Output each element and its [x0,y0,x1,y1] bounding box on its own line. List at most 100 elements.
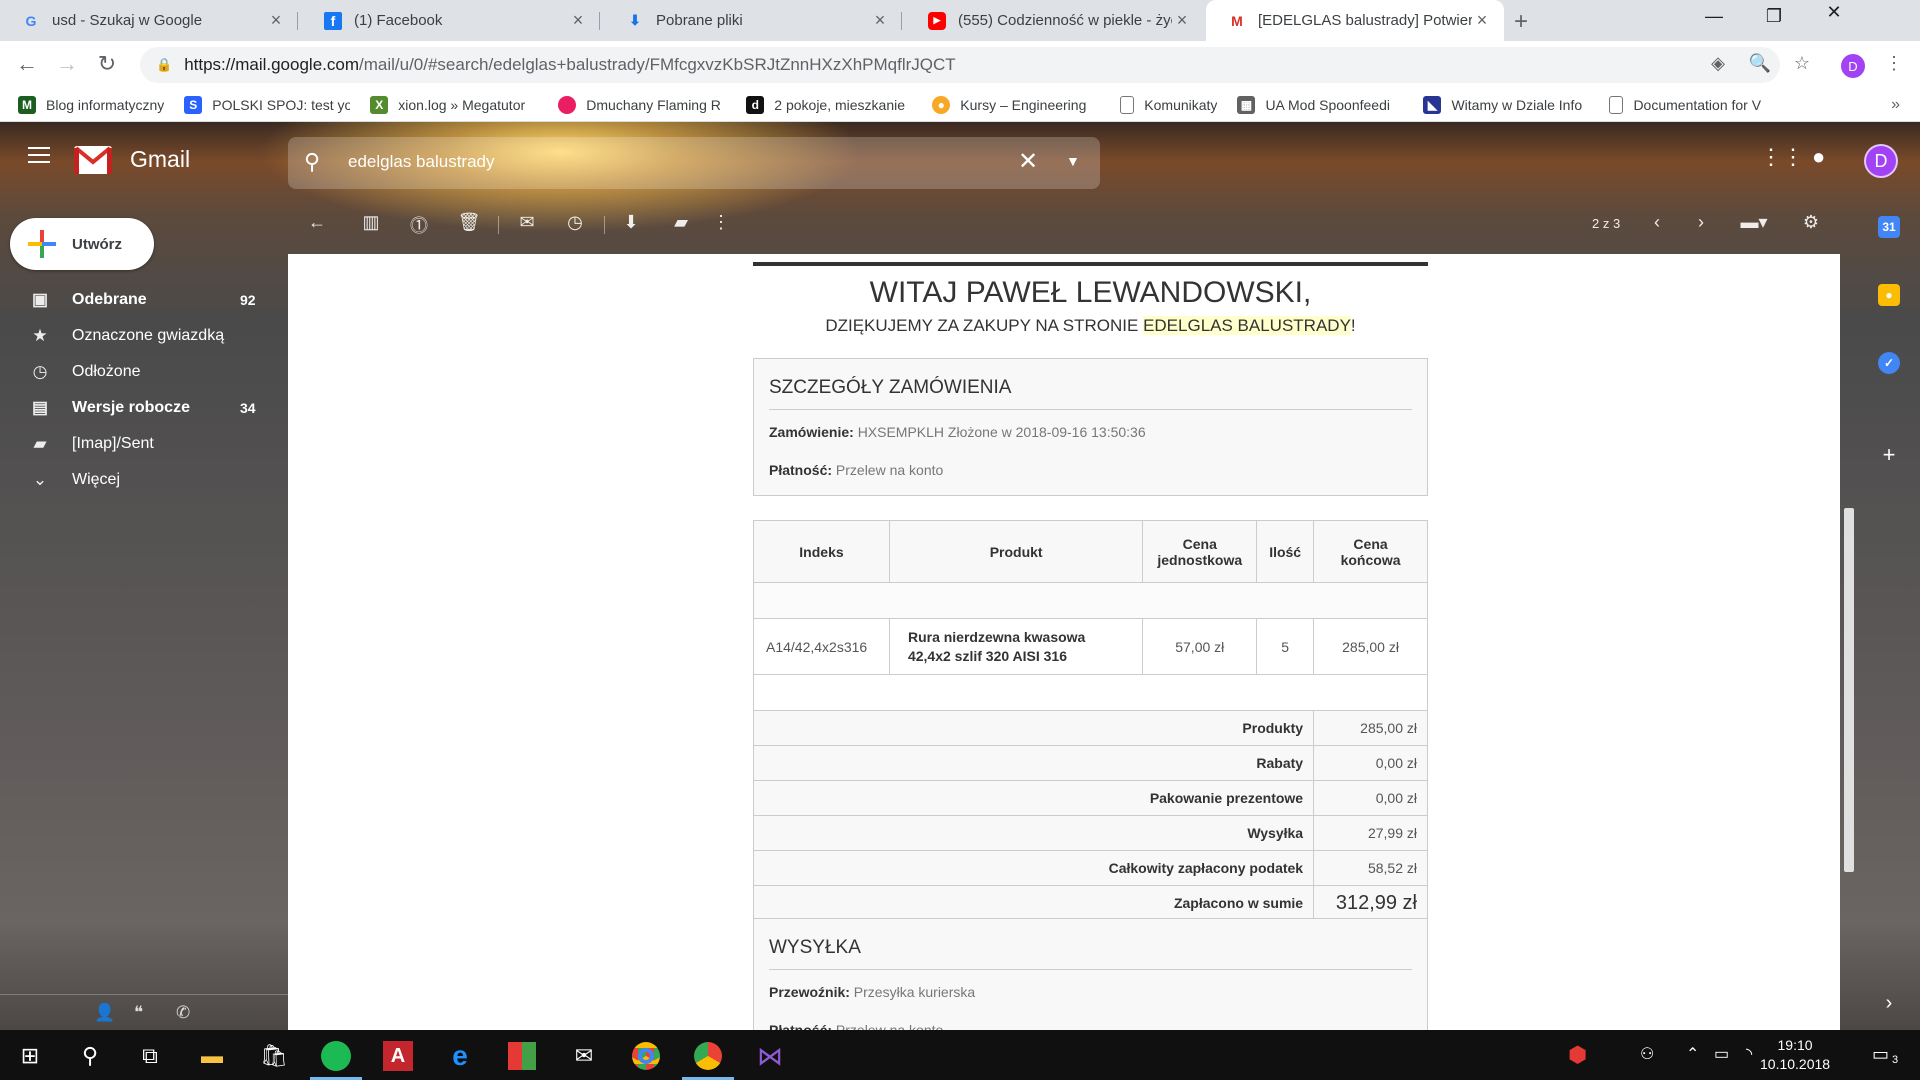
browser-tab-gmail[interactable]: M [EDELGLAS balustrady] Potwierdz × [1206,0,1504,41]
bookmark-star-icon[interactable]: ☆ [1790,53,1814,74]
input-tools-icon[interactable]: ▬▾ [1732,212,1776,233]
labels-icon[interactable]: ▰ [668,212,694,233]
edge-icon[interactable]: e [442,1038,478,1074]
office-tiles-icon[interactable] [504,1038,540,1074]
zoom-icon[interactable]: 🔍 [1748,53,1772,74]
sidebar-item-label: Odłożone [72,363,141,380]
bookmark-item[interactable]: M Blog informatyczny [18,95,164,114]
bookmark-item[interactable]: ◣ Witamy w Dziale Info [1423,95,1589,114]
bookmark-item[interactable]: Komunikaty [1120,95,1217,114]
calendar-icon[interactable]: 31 [1878,216,1900,238]
keep-icon[interactable]: ● [1878,284,1900,306]
apps-grid-icon[interactable]: ⋮⋮ [1760,144,1804,170]
bookmark-item[interactable]: ▦ UA Mod Spoonfeedi [1237,95,1403,114]
spotify-icon[interactable] [310,1038,362,1080]
older-icon[interactable]: › [1688,212,1714,233]
delete-icon[interactable]: 🗑 [456,212,482,233]
sidebar-item-starred[interactable]: ★ Oznaczone gwiazdką [0,318,288,354]
sidebar-item-label: [Imap]/Sent [72,435,154,452]
url-field[interactable]: 🔒 https://mail.google.com/mail/u/0/#sear… [140,47,1780,83]
windows-start-icon[interactable]: ⊞ [12,1038,48,1074]
close-tab-icon[interactable]: × [266,10,286,31]
search-options-icon[interactable]: ▼ [1066,153,1080,169]
people-icon[interactable]: ⚇ [1640,1044,1654,1064]
store-icon[interactable]: 🛍 [256,1038,292,1074]
extension-icon[interactable]: ◈ [1706,53,1730,74]
action-center-icon[interactable]: ▭ [1872,1044,1889,1065]
mail-app-icon[interactable]: ✉ [566,1038,602,1074]
search-input[interactable]: ⚲ edelglas balustrady ✕ ▼ [288,137,1100,189]
back-to-list-icon[interactable]: ← [304,212,330,233]
summary-row: Całkowity zapłacony podatek 58,52 zł [752,850,1428,886]
summary-value: 0,00 zł [1313,745,1428,781]
close-tab-icon[interactable]: × [870,10,890,31]
report-spam-icon[interactable]: ⓵ [406,212,432,238]
sidebar-item-more[interactable]: ⌄ Więcej [0,462,288,498]
maximize-window-icon[interactable]: ❐ [1744,6,1804,27]
sidebar-item-snoozed[interactable]: ◷ Odłożone [0,354,288,390]
minimize-window-icon[interactable]: — [1684,6,1744,27]
sidebar-item-imap-sent[interactable]: ▰ [Imap]/Sent [0,426,288,462]
main-menu-icon[interactable] [28,147,50,168]
sidebar-item-inbox[interactable]: ▣ Odebrane 92 [0,282,288,318]
archive-icon[interactable]: ▥ [358,212,384,233]
bookmark-item[interactable]: Dmuchany Flaming R [558,95,726,114]
bookmark-item[interactable]: Documentation for V [1609,95,1769,114]
close-window-icon[interactable]: ✕ [1804,2,1864,23]
browser-tab-facebook[interactable]: f (1) Facebook × [302,0,600,41]
bookmark-item[interactable]: Xxion.log » Megatutor [370,95,538,114]
compose-button[interactable]: Utwórz [10,218,154,270]
bookmark-item[interactable]: ● Kursy – Engineering [932,95,1100,114]
browser-tab-google[interactable]: G usd - Szukaj w Google × [0,0,298,41]
new-tab-icon[interactable]: + [1514,8,1528,36]
tasks-icon[interactable]: ✓ [1878,352,1900,374]
browser-tab-youtube[interactable]: ▶ (555) Codzienność w piekle - życ × [906,0,1204,41]
mark-unread-icon[interactable]: ✉ [514,212,540,233]
chrome-active-icon[interactable] [682,1038,734,1080]
phone-icon[interactable]: ✆ [176,1003,190,1023]
bookmark-item[interactable]: d 2 pokoje, mieszkanie [746,95,912,114]
bookmark-item[interactable]: S POLSKI SPOJ: test yo [184,95,350,114]
browser-menu-icon[interactable]: ⋮ [1882,53,1906,74]
hangouts-icon[interactable]: ❝ [134,1003,143,1023]
back-icon[interactable]: ← [12,51,42,77]
gmail-header: Gmail ⚲ edelglas balustrady ✕ ▼ ⋮⋮ ● D [0,122,1920,196]
browser-tab-downloads[interactable]: ⬇ Pobrane pliki × [604,0,902,41]
col-header-index: Indeks [753,520,890,583]
search-icon[interactable]: ⚲ [304,149,320,175]
youtube-icon: ▶ [928,11,946,30]
tray-app-icon[interactable]: ⬢ [1568,1042,1587,1068]
show-hidden-icons-icon[interactable]: ⌃ [1686,1044,1699,1064]
settings-gear-icon[interactable]: ⚙ [1798,212,1824,233]
person-icon[interactable]: 👤 [94,1003,115,1023]
visual-studio-icon[interactable]: ⋈ [752,1038,788,1074]
access-app-icon[interactable]: A [380,1038,416,1074]
draft-count: 34 [240,400,256,416]
snooze-icon[interactable]: ◷ [562,212,588,233]
item-product: Rura nierdzewna kwasowa 42,4x2 szlif 320 … [888,618,1144,675]
close-tab-icon[interactable]: × [1472,10,1492,31]
sidebar-item-drafts[interactable]: ▤ Wersje robocze 34 [0,390,288,426]
more-actions-icon[interactable]: ⋮ [708,212,734,233]
file-explorer-icon[interactable]: ▬ [194,1038,230,1074]
toolbar-divider [498,216,499,234]
clear-search-icon[interactable]: ✕ [1018,147,1038,176]
newer-icon[interactable]: ‹ [1644,212,1670,233]
expand-panel-icon[interactable]: › [1878,992,1900,1014]
close-tab-icon[interactable]: × [1172,10,1192,31]
close-tab-icon[interactable]: × [568,10,588,31]
wifi-icon[interactable]: ◝ [1746,1044,1752,1064]
notifications-icon[interactable]: ● [1812,144,1825,170]
task-view-icon[interactable]: ⧉ [132,1038,168,1074]
reload-icon[interactable]: ↻ [92,51,122,77]
battery-icon[interactable]: ▭ [1714,1044,1729,1064]
move-to-icon[interactable]: ⬇ [618,212,644,233]
search-icon[interactable]: ⚲ [72,1038,108,1074]
chrome-icon[interactable] [628,1038,664,1074]
browser-profile-avatar[interactable]: D [1841,54,1865,78]
message-scrollbar[interactable] [1844,508,1854,872]
forward-icon[interactable]: → [52,51,82,77]
bookmarks-overflow-icon[interactable]: » [1891,96,1900,114]
add-addon-icon[interactable]: + [1878,442,1900,467]
system-clock[interactable]: 19:10 10.10.2018 [1760,1036,1830,1074]
